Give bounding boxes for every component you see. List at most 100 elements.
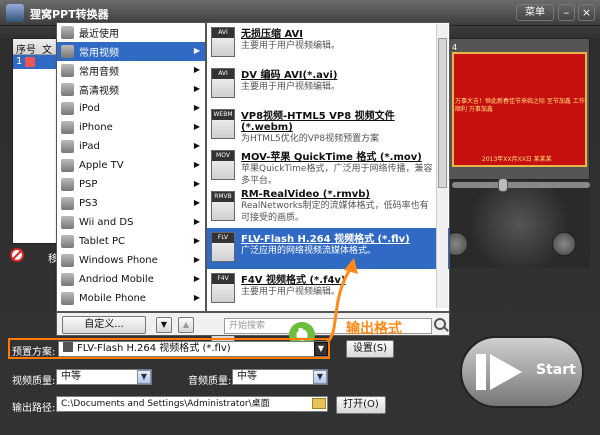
category-item-11[interactable]: Tablet PC ▶ bbox=[57, 232, 205, 251]
format-name: FLV-Flash H.264 视频格式 (*.flv) bbox=[241, 234, 410, 245]
clock-icon bbox=[61, 26, 74, 39]
format-item-2[interactable]: WEBM VP8视频-HTML5 VP8 视频文件 (*.webm) 为HTML5优… bbox=[207, 105, 449, 146]
start-label[interactable]: Start bbox=[536, 362, 576, 378]
seek-bar[interactable] bbox=[452, 182, 590, 188]
preset-label: 预置方案: bbox=[12, 347, 56, 358]
slide-date: 2013年XX月XX日 某某某 bbox=[482, 156, 552, 163]
app-window: 狸窝PPT转换器 菜单 – × 序号 文 1 移 4 万事大吉！恒此新春佳节来临… bbox=[0, 0, 600, 435]
chevron-right-icon: ▶ bbox=[193, 293, 200, 302]
category-item-10[interactable]: Wii and DS ▶ bbox=[57, 213, 205, 232]
file-list-header: 序号 文 bbox=[13, 39, 59, 56]
column-header-index[interactable]: 序号 bbox=[13, 39, 39, 56]
chevron-right-icon: ▶ bbox=[193, 198, 200, 207]
format-tag: AVI bbox=[212, 69, 234, 79]
chevron-down-icon[interactable]: ▼ bbox=[137, 370, 151, 384]
android-icon bbox=[61, 273, 74, 286]
category-label: 最近使用 bbox=[79, 29, 119, 40]
category-item-3[interactable]: 高清视频 ▶ bbox=[57, 80, 205, 99]
next-icon[interactable] bbox=[552, 232, 576, 256]
format-item-3[interactable]: MOV MOV-苹果 QuickTime 格式 (*.mov) 苹果QuickTim… bbox=[207, 146, 449, 187]
chevron-down-icon[interactable]: ▼ bbox=[314, 342, 328, 356]
format-tag: MOV bbox=[212, 151, 234, 161]
category-item-4[interactable]: iPod ▶ bbox=[57, 99, 205, 118]
file-list[interactable]: 序号 文 1 bbox=[12, 38, 60, 244]
category-label: 常用音频 bbox=[79, 67, 119, 78]
chevron-right-icon: ▶ bbox=[193, 65, 200, 74]
category-item-5[interactable]: iPhone ▶ bbox=[57, 118, 205, 137]
close-icon[interactable]: × bbox=[578, 4, 595, 21]
window-title: 狸窝PPT转换器 bbox=[30, 8, 109, 21]
format-tag: WEBM bbox=[212, 110, 234, 120]
menu-button[interactable]: 菜单 bbox=[516, 4, 554, 21]
category-item-14[interactable]: Mobile Phone ▶ bbox=[57, 289, 205, 308]
annotation-arrow-icon bbox=[323, 258, 358, 346]
search-icon[interactable] bbox=[434, 318, 446, 330]
app-logo-icon bbox=[6, 4, 24, 22]
apple-tv-icon bbox=[61, 159, 74, 172]
category-item-12[interactable]: Windows Phone ▶ bbox=[57, 251, 205, 270]
chevron-right-icon: ▶ bbox=[193, 122, 200, 131]
category-label: Windows Phone bbox=[79, 255, 158, 266]
preset-select[interactable]: FLV-Flash H.264 视频格式 (*.flv) bbox=[58, 341, 328, 357]
open-button[interactable]: 打开(O) bbox=[336, 396, 386, 414]
format-name: 无损压缩 AVI bbox=[241, 29, 304, 40]
format-item-0[interactable]: AVI 无损压缩 AVI 主要用于用户视频编辑。 bbox=[207, 23, 449, 64]
category-label: Andriod Mobile bbox=[79, 274, 154, 285]
category-item-6[interactable]: iPad ▶ bbox=[57, 137, 205, 156]
seek-handle[interactable] bbox=[498, 178, 508, 192]
category-item-2[interactable]: 常用音频 ▶ bbox=[57, 61, 205, 80]
category-item-13[interactable]: Andriod Mobile ▶ bbox=[57, 270, 205, 289]
column-header-file[interactable]: 文 bbox=[39, 39, 55, 56]
category-label: Wii and DS bbox=[79, 217, 134, 228]
format-item-4[interactable]: RMVB RM-RealVideo (*.rmvb) RealNetworks制定的… bbox=[207, 187, 449, 228]
custom-button[interactable]: 自定义... bbox=[62, 316, 146, 334]
category-label: Apple TV bbox=[79, 160, 124, 171]
category-label: PSP bbox=[79, 179, 98, 190]
format-scrollbar[interactable] bbox=[436, 24, 448, 308]
move-down-icon[interactable]: ▼ bbox=[156, 317, 172, 333]
slide-text: 万事大吉！恒此新春佳节来临之际 至节加鑫 工作顺利 万事加鑫 bbox=[455, 98, 585, 113]
minimize-icon[interactable]: – bbox=[558, 4, 575, 21]
hd-icon bbox=[61, 83, 74, 96]
scrollbar-thumb[interactable] bbox=[438, 38, 447, 188]
audio-quality-label: 音频质量: bbox=[188, 376, 232, 387]
remove-icon[interactable] bbox=[10, 248, 24, 262]
preview-page-label: 4 bbox=[452, 43, 458, 52]
chevron-right-icon: ▶ bbox=[193, 141, 200, 150]
category-label: iPhone bbox=[79, 122, 113, 133]
move-up-icon[interactable]: ▲ bbox=[178, 317, 194, 333]
mobile-phone-icon bbox=[61, 292, 74, 305]
table-row[interactable]: 1 bbox=[13, 55, 59, 69]
category-item-8[interactable]: PSP ▶ bbox=[57, 175, 205, 194]
format-file-icon: WEBM bbox=[211, 109, 235, 139]
format-description: RealNetworks制定的流媒体格式，低码率也有可接受的画质。 bbox=[241, 201, 429, 223]
tablet-icon bbox=[61, 235, 74, 248]
chevron-right-icon: ▶ bbox=[193, 274, 200, 283]
chevron-down-icon[interactable]: ▼ bbox=[313, 370, 327, 384]
psp-icon bbox=[61, 178, 74, 191]
folder-icon[interactable] bbox=[312, 398, 326, 409]
category-item-7[interactable]: Apple TV ▶ bbox=[57, 156, 205, 175]
chevron-right-icon: ▶ bbox=[193, 84, 200, 93]
format-file-icon: AVI bbox=[211, 68, 235, 98]
category-item-9[interactable]: PS3 ▶ bbox=[57, 194, 205, 213]
category-label: 高清视频 bbox=[79, 86, 119, 97]
format-file-icon: AVI bbox=[211, 27, 235, 57]
settings-button[interactable]: 设置(S) bbox=[346, 340, 394, 358]
chevron-right-icon: ▶ bbox=[193, 217, 200, 226]
output-path-field[interactable]: C:\Documents and Settings\Administrator\… bbox=[56, 396, 328, 412]
chevron-right-icon: ▶ bbox=[193, 46, 200, 55]
category-item-0[interactable]: 最近使用 bbox=[57, 23, 205, 42]
format-tag: AVI bbox=[212, 28, 234, 38]
format-file-icon: FLV bbox=[211, 232, 235, 262]
format-item-1[interactable]: AVI DV 编码 AVI(*.avi) 主要用于用户视频编辑。 bbox=[207, 64, 449, 105]
format-description: 为HTML5优化的VP8视频预置方案 bbox=[241, 134, 380, 144]
category-label: 常用视频 bbox=[79, 48, 119, 59]
format-tag: F4V bbox=[212, 274, 234, 284]
chevron-right-icon: ▶ bbox=[193, 255, 200, 264]
ps3-icon bbox=[61, 197, 74, 210]
output-path-label: 输出路径: bbox=[12, 403, 56, 414]
format-file-icon: RMVB bbox=[211, 191, 235, 221]
category-item-1[interactable]: 常用视频 ▶ bbox=[57, 42, 205, 61]
category-label: PS3 bbox=[79, 198, 98, 209]
